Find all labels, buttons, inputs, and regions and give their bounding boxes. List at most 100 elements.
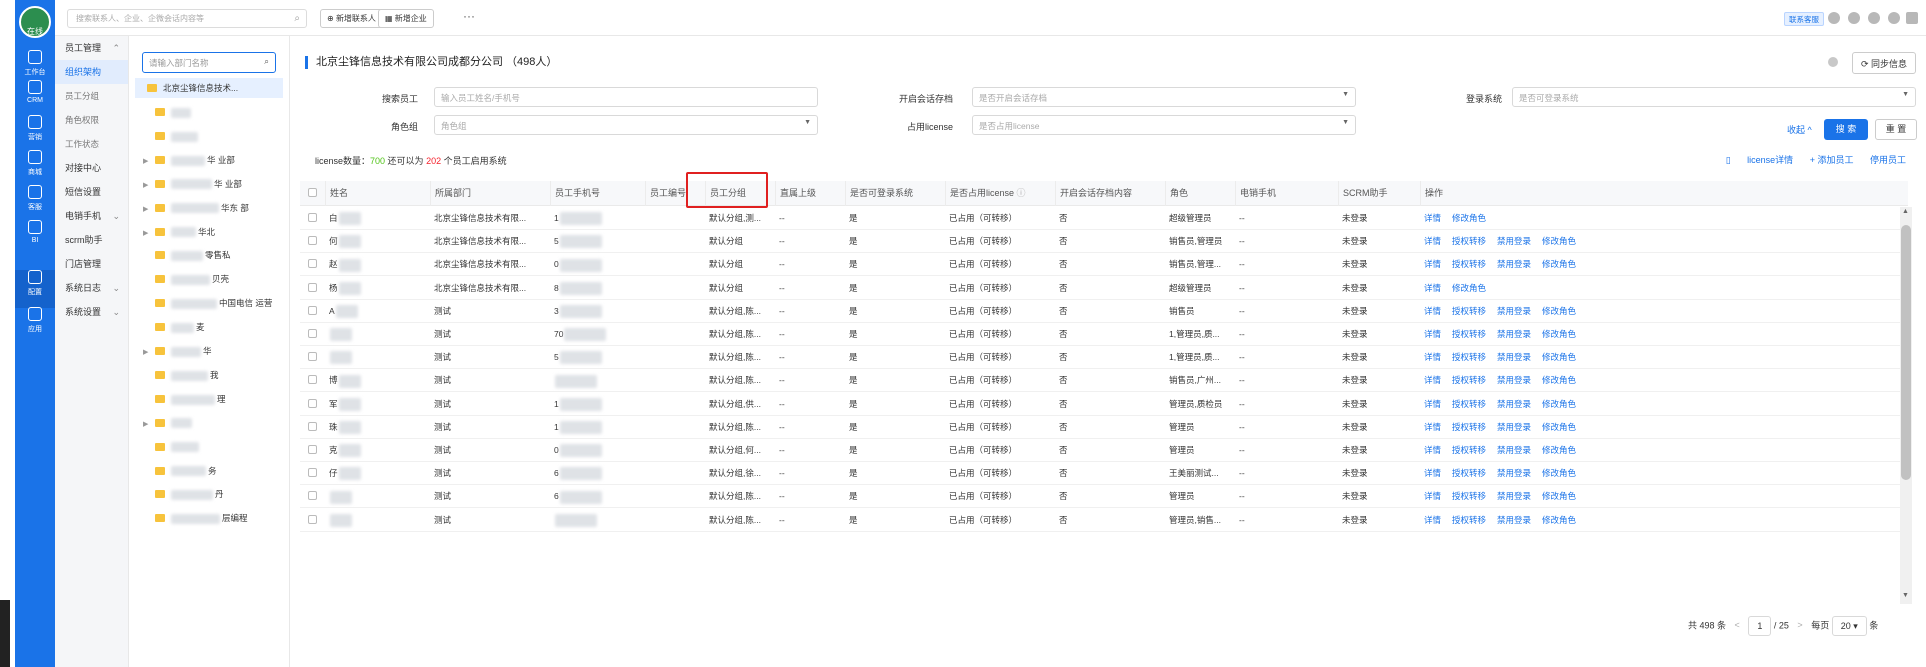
scrollbar-thumb[interactable] <box>1901 225 1911 480</box>
checkbox[interactable] <box>308 352 317 362</box>
checkbox[interactable] <box>308 421 317 431</box>
row-action-link[interactable]: 授权转移 <box>1452 259 1486 269</box>
global-search-input[interactable]: 搜索联系人、企业、企微会话内容等 ⌕ <box>67 9 307 28</box>
prev-page-button[interactable]: < <box>1735 620 1740 630</box>
tree-item[interactable]: 零售私 <box>143 245 231 265</box>
row-action-link[interactable]: 授权转移 <box>1452 352 1486 362</box>
row-action-link[interactable]: 详情 <box>1424 422 1441 432</box>
submenu-item-3[interactable]: 角色权限 <box>55 108 128 132</box>
license-detail-link[interactable]: ▯ license详情 <box>1712 155 1793 165</box>
row-action-link[interactable]: 修改角色 <box>1542 422 1576 432</box>
rail-item-4[interactable]: 客服 <box>15 185 55 223</box>
checkbox[interactable] <box>308 491 317 501</box>
checkbox[interactable] <box>308 514 317 524</box>
rail-item-5[interactable]: BI <box>15 220 55 258</box>
row-action-link[interactable]: 修改角色 <box>1542 399 1576 409</box>
row-action-link[interactable]: 禁用登录 <box>1497 422 1531 432</box>
tree-item[interactable] <box>143 102 193 122</box>
row-action-link[interactable]: 详情 <box>1424 399 1441 409</box>
contact-support-badge[interactable]: 联系客服 <box>1784 12 1824 26</box>
row-action-link[interactable]: 授权转移 <box>1452 306 1486 316</box>
rail-item-7[interactable]: 应用 <box>15 307 55 345</box>
tree-item[interactable]: ▶ 华 业部 <box>143 174 242 194</box>
tree-item[interactable]: 麦 <box>143 317 205 337</box>
search-icon[interactable]: ⌕ <box>264 56 269 67</box>
submenu-item-5[interactable]: 对接中心 <box>55 156 128 180</box>
row-action-link[interactable]: 禁用登录 <box>1497 515 1531 525</box>
submenu-item-2[interactable]: 员工分组 <box>55 84 128 108</box>
table-row[interactable]: 白 北京尘锋信息技术有限... 1 默认分组,测... -- 是 已占用（可转移） 否 超级管理… <box>300 207 1908 230</box>
row-action-link[interactable]: 修改角色 <box>1542 515 1576 525</box>
sync-button[interactable]: ⟳ 同步信息 <box>1851 52 1916 74</box>
new-company-button[interactable]: ▦ 新增企业 <box>378 9 434 28</box>
department-search-input[interactable]: 请输入部门名称 ⌕ <box>142 52 276 73</box>
checkbox[interactable] <box>308 305 317 315</box>
table-row[interactable]: 军 测试 1 默认分组,供... -- 是 已占用（可转移） 否 管理员,质检员 -- 未登录 详情 授… <box>300 393 1908 416</box>
search-icon[interactable]: ⌕ <box>294 13 300 24</box>
license-select[interactable]: 是否占用license ▼ <box>972 115 1356 135</box>
tree-item[interactable]: ▶ 华北 <box>143 222 215 242</box>
row-action-link[interactable]: 修改角色 <box>1452 283 1486 293</box>
checkbox[interactable] <box>308 236 317 246</box>
submenu-item-4[interactable]: 工作状态 <box>55 132 128 156</box>
submenu-item-9[interactable]: 门店管理 <box>55 252 128 276</box>
row-action-link[interactable]: 授权转移 <box>1452 329 1486 339</box>
row-action-link[interactable]: 授权转移 <box>1452 445 1486 455</box>
more-button[interactable]: ··· <box>463 9 475 23</box>
row-action-link[interactable]: 禁用登录 <box>1497 352 1531 362</box>
per-page-select[interactable]: 20 ▾ <box>1831 616 1867 636</box>
tree-item[interactable]: 贝壳 <box>143 269 229 289</box>
row-action-link[interactable]: 详情 <box>1424 375 1441 385</box>
row-action-link[interactable]: 修改角色 <box>1542 236 1576 246</box>
scroll-down-icon[interactable]: ▼ <box>1902 592 1909 599</box>
tree-item[interactable]: 丹 <box>143 484 224 504</box>
new-contact-button[interactable]: ⊕ 新增联系人 <box>320 9 383 28</box>
column-header[interactable]: 开启会话存档内容 <box>1055 181 1165 206</box>
checkbox[interactable] <box>308 259 317 269</box>
tree-item[interactable]: 理 <box>143 389 226 409</box>
search-employee-input[interactable]: 输入员工姓名/手机号 <box>434 87 818 107</box>
table-row[interactable]: 珠 测试 1 默认分组,陈... -- 是 已占用（可转移） 否 管理员 -- 未登录 详情 授权转移 禁… <box>300 416 1908 439</box>
row-action-link[interactable]: 详情 <box>1424 213 1441 223</box>
column-header[interactable]: 员工手机号 <box>550 181 645 206</box>
tree-root[interactable]: 北京尘锋信息技术... <box>135 78 283 98</box>
row-action-link[interactable]: 修改角色 <box>1542 491 1576 501</box>
table-row[interactable]: 赵 北京尘锋信息技术有限... 0 默认分组 -- 是 已占用（可转移） 否 销售员,管理...… <box>300 253 1908 277</box>
collapse-toggle[interactable]: 收起 ^ <box>1787 123 1812 136</box>
archive-select[interactable]: 是否开启会话存档 ▼ <box>972 87 1356 107</box>
table-row[interactable]: A 测试 3 默认分组,陈... -- 是 已占用（可转移） 否 销售员 -- 未登录 详情 授权转移 禁… <box>300 300 1908 323</box>
app-logo[interactable]: 在线 <box>19 6 51 38</box>
row-action-link[interactable]: 禁用登录 <box>1497 445 1531 455</box>
row-action-link[interactable]: 详情 <box>1424 445 1441 455</box>
tree-item[interactable]: ▶ <box>143 413 194 433</box>
role-group-select[interactable]: 角色组 ▼ <box>434 115 818 135</box>
checkbox[interactable] <box>308 213 317 222</box>
row-action-link[interactable]: 修改角色 <box>1542 375 1576 385</box>
table-row[interactable]: 杨 北京尘锋信息技术有限... 8 默认分组 -- 是 已占用（可转移） 否 超级管理员 -- 未登… <box>300 277 1908 300</box>
checkbox[interactable] <box>308 398 317 408</box>
row-action-link[interactable]: 授权转移 <box>1452 515 1486 525</box>
row-action-link[interactable]: 授权转移 <box>1452 399 1486 409</box>
row-action-link[interactable]: 详情 <box>1424 352 1441 362</box>
row-action-link[interactable]: 授权转移 <box>1452 422 1486 432</box>
table-row[interactable]: 测试 默认分组,陈... -- 是 已占用（可转移） 否 管理员,销售... -- 未登录 详情 授… <box>300 509 1908 532</box>
row-action-link[interactable]: 修改角色 <box>1542 468 1576 478</box>
tree-item[interactable]: 中国电信 运营 <box>143 293 272 313</box>
row-action-link[interactable]: 禁用登录 <box>1497 306 1531 316</box>
row-action-link[interactable]: 详情 <box>1424 259 1441 269</box>
checkbox[interactable] <box>308 282 317 292</box>
page-number-input[interactable]: 1 <box>1748 616 1772 636</box>
search-button[interactable]: 搜 索 <box>1824 119 1868 140</box>
row-action-link[interactable]: 禁用登录 <box>1497 491 1531 501</box>
column-header[interactable]: 直属上级 <box>775 181 845 206</box>
row-action-link[interactable]: 详情 <box>1424 306 1441 316</box>
row-action-link[interactable]: 详情 <box>1424 491 1441 501</box>
tree-item[interactable] <box>143 126 200 146</box>
table-row[interactable]: 测试 70 默认分组,陈... -- 是 已占用（可转移） 否 1,管理员,质... -- 未登录… <box>300 323 1908 346</box>
reset-button[interactable]: 重 置 <box>1875 119 1917 140</box>
login-select[interactable]: 是否可登录系统 ▼ <box>1512 87 1916 107</box>
column-header[interactable]: 电销手机 <box>1235 181 1338 206</box>
column-header[interactable]: 角色 <box>1165 181 1235 206</box>
info-icon[interactable] <box>1828 12 1840 24</box>
disable-employee-link[interactable]: 停用员工 <box>1870 155 1906 165</box>
